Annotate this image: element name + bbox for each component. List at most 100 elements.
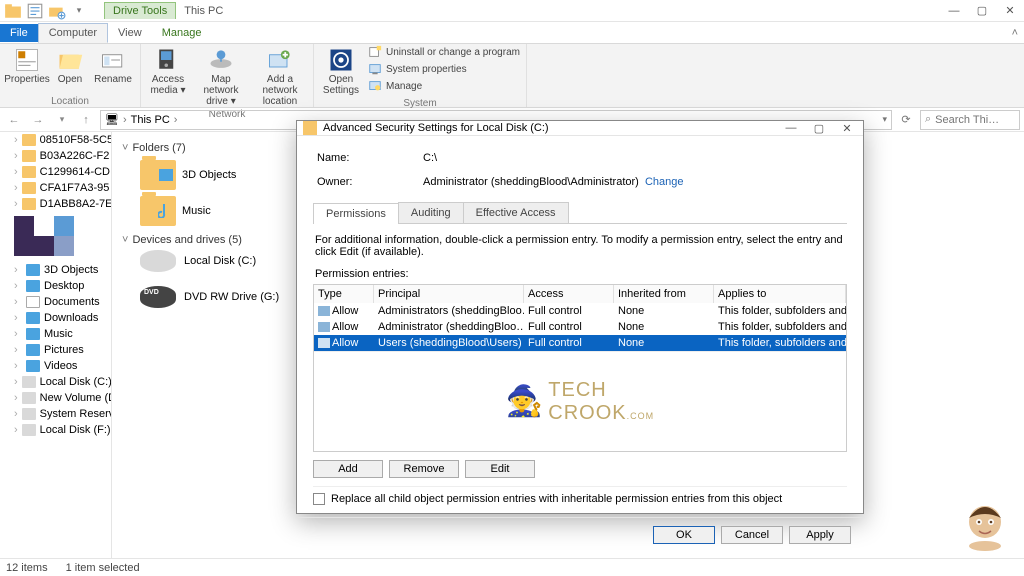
properties-button[interactable]: Properties bbox=[4, 44, 50, 87]
add-button[interactable]: Add bbox=[313, 460, 383, 478]
manage-button[interactable]: Manage bbox=[366, 78, 522, 94]
system-properties-button[interactable]: System properties bbox=[366, 61, 522, 77]
back-button[interactable]: ← bbox=[4, 110, 24, 130]
dialog-title: Advanced Security Settings for Local Dis… bbox=[323, 122, 549, 134]
sidebar-item[interactable]: ›B03A226C-F2📌 bbox=[0, 148, 111, 164]
dialog-minimize-button[interactable]: — bbox=[781, 122, 801, 135]
table-row[interactable]: AllowAdministrators (sheddingBloo…Full c… bbox=[314, 303, 846, 319]
add-network-location-button[interactable]: Add a network location bbox=[251, 44, 309, 109]
tab-computer[interactable]: Computer bbox=[38, 23, 108, 43]
dialog-titlebar[interactable]: Advanced Security Settings for Local Dis… bbox=[297, 121, 863, 136]
sidebar-item[interactable]: ›Documents bbox=[0, 294, 111, 310]
tab-view[interactable]: View bbox=[108, 24, 152, 42]
chevron-right-icon: › bbox=[14, 344, 22, 356]
ribbon: Properties Open Rename Location Access m… bbox=[0, 44, 1024, 108]
chevron-right-icon[interactable]: › bbox=[174, 114, 178, 126]
table-row[interactable]: AllowAdministrator (sheddingBloo…Full co… bbox=[314, 319, 846, 335]
sidebar-item[interactable]: ›Local Disk (F:) bbox=[0, 422, 111, 438]
open-button[interactable]: Open bbox=[52, 44, 88, 87]
navigation-pane[interactable]: ›08510F58-5C5📌›B03A226C-F2📌›C1299614-CD📌… bbox=[0, 132, 112, 576]
sidebar-item[interactable]: ›C1299614-CD📌 bbox=[0, 164, 111, 180]
tab-auditing[interactable]: Auditing bbox=[398, 202, 464, 223]
remove-button[interactable]: Remove bbox=[389, 460, 459, 478]
folder-icon bbox=[22, 134, 36, 146]
table-header[interactable]: Type Principal Access Inherited from App… bbox=[314, 285, 846, 303]
folder-item[interactable]: 3D Objects bbox=[140, 160, 236, 190]
folder-icon bbox=[22, 150, 36, 162]
principal-icon bbox=[318, 322, 330, 332]
chevron-right-icon: › bbox=[14, 328, 22, 340]
ribbon-collapse-icon[interactable]: ˄ bbox=[1006, 27, 1024, 39]
sidebar-item[interactable]: ›CFA1F7A3-95📌 bbox=[0, 180, 111, 196]
qat-new-folder-icon[interactable] bbox=[48, 2, 66, 20]
col-principal[interactable]: Principal bbox=[374, 285, 524, 303]
col-inherited[interactable]: Inherited from bbox=[614, 285, 714, 303]
close-button[interactable]: ✕ bbox=[996, 0, 1024, 22]
qat-properties-icon[interactable] bbox=[26, 2, 44, 20]
checkbox-icon[interactable] bbox=[313, 493, 325, 505]
table-row[interactable]: AllowUsers (sheddingBlood\Users)Full con… bbox=[314, 335, 846, 351]
sidebar-item[interactable]: ›Videos bbox=[0, 358, 111, 374]
uninstall-program-button[interactable]: Uninstall or change a program bbox=[366, 44, 522, 60]
minimize-button[interactable]: — bbox=[940, 0, 968, 22]
refresh-button[interactable]: ⟳ bbox=[896, 113, 916, 126]
tab-manage[interactable]: Manage bbox=[152, 24, 212, 42]
chevron-right-icon[interactable]: › bbox=[123, 114, 127, 126]
dialog-maximize-button[interactable]: ▢ bbox=[809, 122, 829, 135]
folder-item[interactable]: Music bbox=[140, 196, 211, 226]
group-system: Open Settings Uninstall or change a prog… bbox=[314, 44, 527, 107]
edit-button[interactable]: Edit bbox=[465, 460, 535, 478]
owner-label: Owner: bbox=[317, 176, 387, 188]
search-box[interactable]: ⌕ bbox=[920, 110, 1020, 130]
map-drive-button[interactable]: Map network drive ▾ bbox=[193, 44, 249, 109]
sidebar-item[interactable]: ›Pictures bbox=[0, 342, 111, 358]
chevron-right-icon: › bbox=[14, 198, 18, 210]
sidebar-item[interactable]: ›3D Objects bbox=[0, 262, 111, 278]
desktop-icon bbox=[26, 280, 40, 292]
cancel-button[interactable]: Cancel bbox=[721, 526, 783, 544]
rename-button[interactable]: Rename bbox=[90, 44, 136, 87]
contextual-group-label: Drive Tools bbox=[104, 2, 176, 19]
maximize-button[interactable]: ▢ bbox=[968, 0, 996, 22]
status-bar: 12 items 1 item selected bbox=[0, 558, 1024, 576]
search-input[interactable] bbox=[935, 114, 1015, 126]
dialog-close-button[interactable]: ✕ bbox=[837, 122, 857, 135]
change-owner-link[interactable]: Change bbox=[645, 176, 684, 188]
recent-locations-dropdown[interactable]: ▾ bbox=[52, 110, 72, 130]
apply-button[interactable]: Apply bbox=[789, 526, 851, 544]
sidebar-item[interactable]: ›08510F58-5C5📌 bbox=[0, 132, 111, 148]
sidebar-item[interactable]: ›Music bbox=[0, 326, 111, 342]
name-label: Name: bbox=[317, 152, 387, 164]
folder-icon bbox=[140, 196, 176, 226]
col-access[interactable]: Access bbox=[524, 285, 614, 303]
col-applies[interactable]: Applies to bbox=[714, 285, 846, 303]
breadcrumb-segment[interactable]: This PC bbox=[131, 114, 170, 126]
forward-button[interactable]: → bbox=[28, 110, 48, 130]
sidebar-item[interactable]: ›Desktop bbox=[0, 278, 111, 294]
qat-dropdown-icon[interactable]: ▾ bbox=[70, 2, 88, 20]
replace-inheritance-checkbox[interactable]: Replace all child object permission entr… bbox=[313, 486, 847, 511]
disk-icon bbox=[140, 250, 176, 272]
advanced-security-dialog: Advanced Security Settings for Local Dis… bbox=[296, 120, 864, 514]
access-media-button[interactable]: Access media ▾ bbox=[145, 44, 191, 109]
sidebar-item[interactable]: ›Downloads bbox=[0, 310, 111, 326]
col-type[interactable]: Type bbox=[314, 285, 374, 303]
up-button[interactable]: ↑ bbox=[76, 110, 96, 130]
sidebar-item[interactable]: ›System Reserved bbox=[0, 406, 111, 422]
tab-file[interactable]: File bbox=[0, 24, 38, 42]
sidebar-item[interactable]: ›D1ABB8A2-7E📌 bbox=[0, 196, 111, 212]
open-settings-button[interactable]: Open Settings bbox=[318, 44, 364, 98]
sidebar-item[interactable]: ›New Volume (D:) bbox=[0, 390, 111, 406]
folder-icon bbox=[22, 182, 36, 194]
address-dropdown-icon[interactable]: ▾ bbox=[882, 114, 887, 125]
ok-button[interactable]: OK bbox=[653, 526, 715, 544]
status-items: 12 items bbox=[6, 562, 48, 574]
music-icon bbox=[26, 328, 40, 340]
tab-effective-access[interactable]: Effective Access bbox=[463, 202, 569, 223]
tab-permissions[interactable]: Permissions bbox=[313, 203, 399, 224]
ribbon-tab-strip: File Computer View Manage ˄ bbox=[0, 22, 1024, 44]
group-label-location: Location bbox=[51, 96, 89, 107]
chevron-right-icon: › bbox=[14, 376, 18, 388]
chevron-right-icon: › bbox=[14, 166, 18, 178]
sidebar-item[interactable]: ›Local Disk (C:) bbox=[0, 374, 111, 390]
